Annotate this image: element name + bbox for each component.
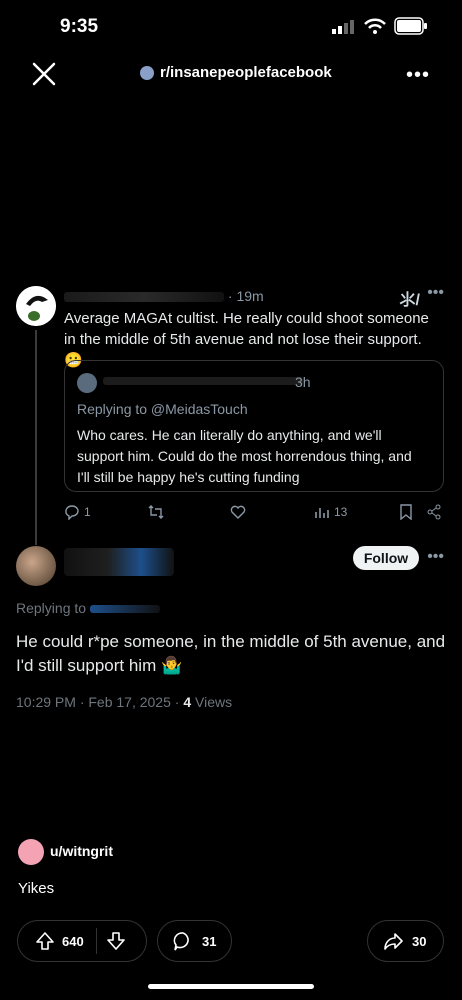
tweet-time: · 19m <box>227 288 264 304</box>
more-options-button[interactable]: ••• <box>406 64 430 87</box>
reply-button[interactable]: 1 <box>64 504 91 520</box>
share-arrow-icon <box>384 933 403 950</box>
tweet-meta: · 19m <box>64 288 264 304</box>
redacted-name <box>64 292 224 303</box>
grok-icon[interactable]: ⺢/ <box>400 286 420 310</box>
comment-icon <box>173 932 189 951</box>
tweet-more-button[interactable]: ••• <box>427 548 444 566</box>
tweet-actions: 1 13 <box>64 504 444 526</box>
upvote-icon[interactable] <box>34 930 56 952</box>
quoted-text: Who cares. He can literally do anything,… <box>77 427 412 485</box>
bookmark-button[interactable] <box>398 504 414 520</box>
avatar-image <box>16 286 56 326</box>
redacted-name <box>64 548 174 576</box>
timestamp-text: 10:29 PM · Feb 17, 2025 · <box>16 694 184 710</box>
views-icon <box>315 508 329 518</box>
like-button[interactable] <box>230 504 246 520</box>
share-post-button[interactable]: 30 <box>367 920 444 962</box>
retweet-icon <box>148 505 164 519</box>
reply-icon <box>65 505 79 520</box>
tweet-timestamp: 10:29 PM · Feb 17, 2025 · 4 Views <box>16 694 232 710</box>
downvote-icon[interactable] <box>105 930 127 952</box>
replying-label: Replying to <box>16 600 87 616</box>
username[interactable]: u/witngrit <box>50 843 113 859</box>
follow-button[interactable]: Follow <box>353 546 419 570</box>
comment-count: 31 <box>202 933 217 949</box>
post-comment: Yikes <box>18 880 55 897</box>
share-icon <box>427 504 441 520</box>
bookmark-icon <box>400 504 412 520</box>
thread-line <box>35 330 37 545</box>
status-time: 9:35 <box>60 16 99 37</box>
home-indicator[interactable] <box>148 984 314 989</box>
views-label: Views <box>191 694 233 710</box>
avatar[interactable] <box>16 286 56 326</box>
subreddit-link[interactable]: r/insanepeoplefacebook <box>140 64 332 81</box>
redacted-name <box>103 377 303 385</box>
close-icon[interactable] <box>30 60 58 88</box>
avatar[interactable] <box>16 546 56 586</box>
upvote-count: 640 <box>62 933 84 949</box>
tweet-more-button[interactable]: ••• <box>427 284 444 302</box>
comments-button[interactable]: 31 <box>157 920 232 962</box>
user-avatar[interactable] <box>18 839 44 865</box>
heart-icon <box>230 505 246 519</box>
replying-to: Replying to <box>16 600 160 616</box>
replying-to: Replying to @MeidasTouch <box>77 401 248 417</box>
quoted-avatar <box>77 373 97 393</box>
divider <box>95 928 97 954</box>
signal-icon <box>332 20 354 34</box>
subreddit-name: r/insanepeoplefacebook <box>160 64 332 81</box>
vote-bar: 640 <box>17 920 147 962</box>
retweet-button[interactable] <box>148 504 164 520</box>
share-count: 30 <box>412 933 427 949</box>
wifi-icon <box>364 18 386 34</box>
share-button[interactable] <box>426 504 442 520</box>
redacted-handle <box>89 605 160 614</box>
subreddit-icon <box>140 65 154 80</box>
tweet-text: He could r*pe someone, in the middle of … <box>16 632 446 675</box>
quoted-time: 3h <box>295 374 311 390</box>
views-number: 4 <box>183 694 192 710</box>
reply-count: 1 <box>84 505 91 519</box>
battery-icon <box>394 17 427 35</box>
quoted-tweet[interactable]: 3h Replying to @MeidasTouch Who cares. H… <box>64 360 444 492</box>
views-count: 13 <box>334 505 348 519</box>
views-button[interactable]: 13 <box>314 504 347 520</box>
